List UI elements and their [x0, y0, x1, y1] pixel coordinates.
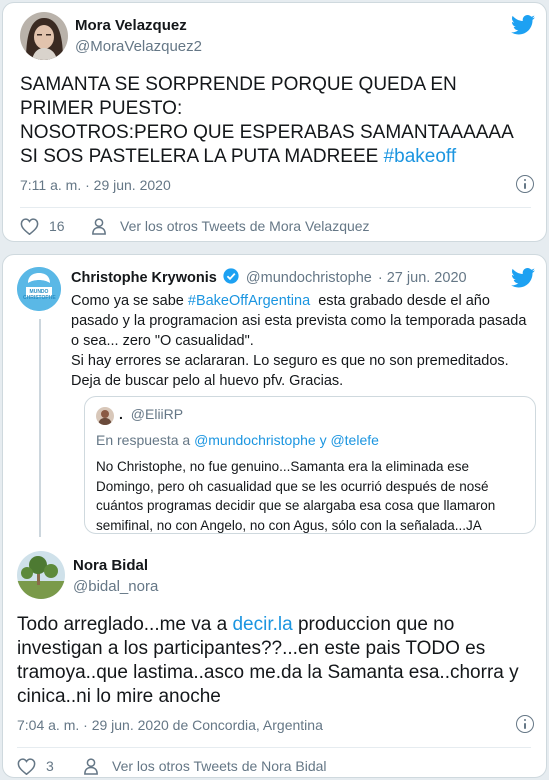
timestamp[interactable]: 7:04 a. m. · 29 jun. 2020 de Concordia, …: [17, 717, 323, 733]
quoted-header: Christophe Krywonis @mundochristophe · 2…: [71, 268, 467, 286]
divider: [20, 207, 531, 208]
url-link[interactable]: decir.la: [232, 614, 292, 635]
like-count: 3: [46, 758, 54, 774]
inner-quoted-tweet[interactable]: . @EliiRP En respuesta a @mundochristoph…: [84, 396, 536, 534]
info-icon[interactable]: [516, 175, 534, 193]
thread-line: [39, 319, 41, 537]
avatar[interactable]: MUNDO CHRISTOPHE: [17, 267, 61, 311]
author-handle[interactable]: @MoraVelazquez2: [75, 38, 202, 56]
quoted-date[interactable]: · 27 jun. 2020: [378, 270, 467, 286]
reply-context: En respuesta a @mundochristophe y @telef…: [96, 432, 379, 448]
like-action[interactable]: 16: [20, 216, 65, 236]
tweet-card-nora: MUNDO CHRISTOPHE Christophe Krywonis @mu…: [2, 254, 547, 778]
more-tweets-link[interactable]: Ver los otros Tweets de Mora Velazquez: [91, 216, 370, 236]
avatar: [96, 407, 114, 425]
divider: [17, 747, 531, 748]
inner-header: . @EliiRP: [119, 406, 183, 422]
twitter-bird-icon[interactable]: [511, 15, 535, 35]
like-count: 16: [49, 218, 65, 234]
avatar[interactable]: [20, 12, 68, 60]
avatar-logo-text: MUNDO CHRISTOPHE: [23, 289, 56, 301]
heart-icon: [17, 757, 36, 775]
author-handle: @EliiRP: [130, 406, 184, 422]
twitter-bird-icon[interactable]: [511, 268, 535, 288]
more-tweets-link[interactable]: Ver los otros Tweets de Nora Bidal: [83, 756, 327, 776]
info-icon[interactable]: [516, 715, 534, 733]
author-name: .: [119, 406, 123, 422]
author-handle[interactable]: @mundochristophe: [246, 270, 372, 286]
avatar[interactable]: [17, 551, 65, 599]
author-name[interactable]: Nora Bidal: [73, 557, 148, 575]
timestamp[interactable]: 7:11 a. m. · 29 jun. 2020: [20, 177, 171, 193]
like-action[interactable]: 3: [17, 756, 54, 776]
inner-tweet-text: No Christophe, no fue genuino...Samanta …: [96, 459, 496, 533]
author-handle[interactable]: @bidal_nora: [73, 578, 158, 596]
author-name[interactable]: Christophe Krywonis: [71, 270, 217, 286]
author-name[interactable]: Mora Velazquez: [75, 17, 187, 35]
more-tweets-label: Ver los otros Tweets de Nora Bidal: [112, 758, 327, 774]
quoted-tweet-text: Como ya se sabe #BakeOffArgentina esta g…: [71, 293, 527, 389]
heart-icon: [20, 217, 39, 235]
hashtag-link[interactable]: #BakeOffArgentina: [188, 293, 310, 309]
person-icon: [84, 757, 98, 775]
tweet-card-mora: Mora Velazquez @MoraVelazquez2 SAMANTA S…: [2, 2, 547, 242]
reply-to-links[interactable]: @mundochristophe y @telefe: [194, 432, 379, 448]
tweet-text: SAMANTA SE SORPRENDE PORQUE QUEDA EN PRI…: [20, 74, 513, 167]
verified-badge-icon: [223, 268, 239, 284]
more-tweets-label: Ver los otros Tweets de Mora Velazquez: [120, 218, 370, 234]
hashtag-link[interactable]: #bakeoff: [384, 146, 457, 167]
person-icon: [92, 217, 106, 235]
tweet-text: Todo arreglado...me va a decir.la produc…: [17, 614, 524, 707]
